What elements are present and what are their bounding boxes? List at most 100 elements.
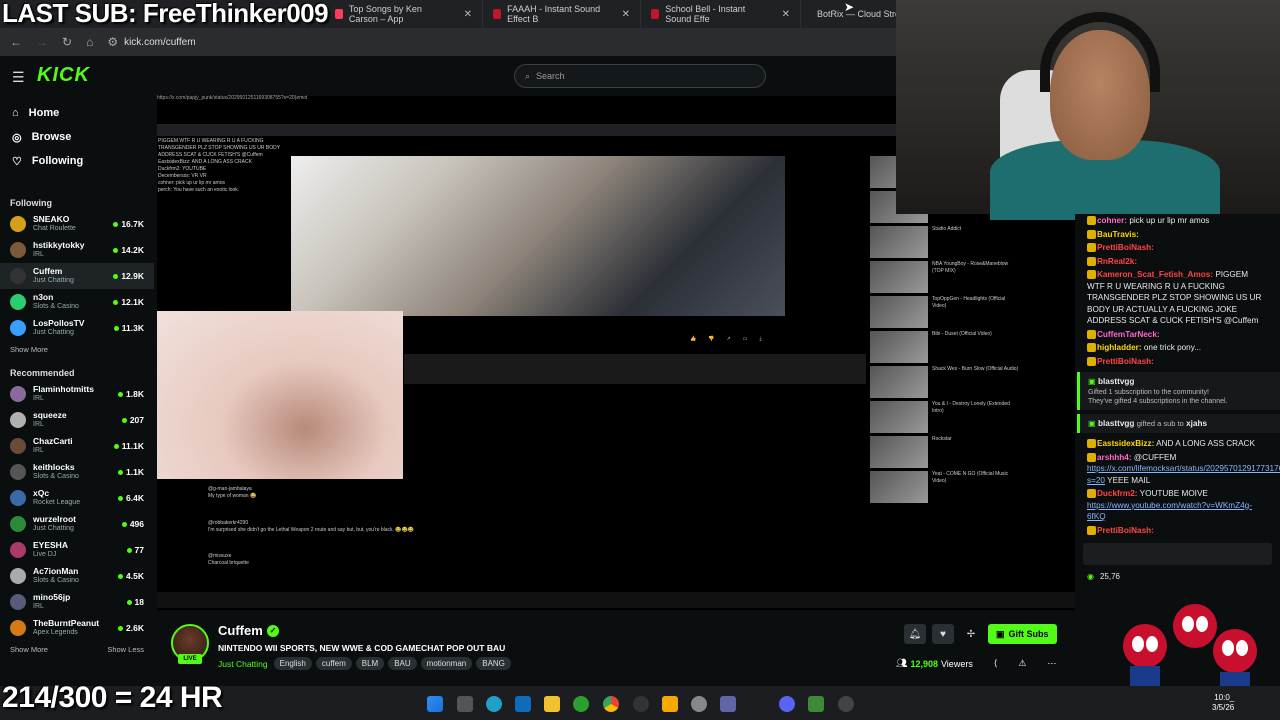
sub-recipient[interactable]: xjahs: [1186, 419, 1207, 428]
channel-item[interactable]: ChazCarti IRL 11.1K: [0, 433, 154, 459]
teams-icon[interactable]: [720, 696, 736, 712]
clip-button[interactable]: ✢: [960, 624, 982, 644]
discord-icon[interactable]: [779, 696, 795, 712]
settings-icon[interactable]: [838, 696, 854, 712]
forward-icon[interactable]: →: [36, 35, 48, 49]
report-icon[interactable]: ⚠: [1018, 658, 1026, 669]
channel-item[interactable]: LosPollosTV Just Chatting 11.3K: [0, 315, 154, 341]
system-clock[interactable]: 10:0_ 3/5/26: [1212, 693, 1234, 713]
channel-item[interactable]: Flaminhotmitts IRL 1.8K: [0, 381, 154, 407]
chat-username[interactable]: BauTravis:: [1097, 230, 1139, 239]
gift-subs-button[interactable]: ▣ Gift Subs: [988, 624, 1057, 644]
xbox-icon[interactable]: [573, 696, 589, 712]
channel-viewers: 11.1K: [113, 441, 144, 451]
chat-link[interactable]: https://www.youtube.com/watch?v=WKmZ4g-6…: [1087, 501, 1252, 522]
chat-username[interactable]: cohner:: [1097, 216, 1127, 225]
channel-item[interactable]: Cuffem Just Chatting 12.9K: [0, 263, 154, 289]
close-tab-icon[interactable]: ✕: [622, 9, 630, 20]
chat-username[interactable]: highladder:: [1097, 343, 1142, 352]
app-icon[interactable]: [808, 696, 824, 712]
stream-tag[interactable]: BANG: [476, 657, 511, 670]
outlook-icon[interactable]: [515, 696, 531, 712]
live-dot-icon: [118, 625, 124, 631]
channel-item[interactable]: TheBurntPeanut Apex Legends 2.6K: [0, 615, 154, 641]
share-icon[interactable]: ⟨: [994, 658, 998, 669]
stream-tag[interactable]: cuffem: [315, 657, 352, 670]
show-more-following[interactable]: Show More: [0, 341, 154, 357]
chat-username[interactable]: arshhh4:: [1097, 453, 1132, 462]
channel-name: wurzelroot: [33, 514, 76, 524]
channel-item[interactable]: SNEAKO Chat Roulette 16.7K: [0, 211, 154, 237]
channel-name: Cuffem: [33, 266, 63, 276]
close-tab-icon[interactable]: ✕: [464, 9, 472, 20]
chat-username[interactable]: RnReal2k:: [1097, 257, 1137, 266]
show-less-label[interactable]: Show Less: [107, 645, 144, 654]
video-thumbnail: [870, 331, 928, 363]
browser-tab[interactable]: Top Songs by Ken Carson – App ✕: [325, 0, 483, 28]
store-icon[interactable]: [662, 696, 678, 712]
channel-viewers: 77: [126, 545, 144, 555]
task-view-icon[interactable]: [457, 696, 473, 712]
chat-username[interactable]: Kameron_Scat_Fetish_Amos:: [1097, 270, 1213, 279]
chat-username[interactable]: PrettiBoiNash:: [1097, 357, 1154, 366]
back-icon[interactable]: ←: [10, 35, 22, 49]
file-explorer-icon[interactable]: [544, 696, 560, 712]
chat-username[interactable]: PrettiBoiNash:: [1097, 243, 1154, 252]
channel-item[interactable]: n3on Slots & Casino 12.1K: [0, 289, 154, 315]
stream-tag[interactable]: English: [273, 657, 312, 670]
home-icon[interactable]: ⌂: [86, 35, 93, 49]
comment-text: Charcoal briquette: [208, 560, 249, 566]
search-input[interactable]: ⌕ Search: [514, 64, 766, 88]
category-link[interactable]: Just Chatting: [218, 659, 268, 669]
nav-browse[interactable]: ◎ Browse: [0, 125, 154, 149]
browser-tab[interactable]: School Bell - Instant Sound Effe ✕: [641, 0, 801, 28]
more-icon[interactable]: ⋯: [1047, 658, 1056, 669]
show-more-label[interactable]: Show More: [10, 345, 48, 354]
site-info-icon[interactable]: ⚙: [107, 35, 118, 49]
channel-item[interactable]: EYESHA Live DJ 77: [0, 537, 154, 563]
browser-tab[interactable]: FAAAH - Instant Sound Effect B ✕: [483, 0, 641, 28]
follow-button[interactable]: ♥: [932, 624, 954, 644]
channel-item[interactable]: hstikkytokky IRL 14.2K: [0, 237, 154, 263]
stream-tag[interactable]: BLM: [355, 657, 385, 670]
obs-icon[interactable]: [633, 696, 649, 712]
gift-sub-notice: ▣ blasttvgg Gifted 1 subscription to the…: [1077, 372, 1280, 410]
channel-item[interactable]: squeeze IRL 207: [0, 407, 154, 433]
close-tab-icon[interactable]: ✕: [782, 9, 790, 20]
show-more-label[interactable]: Show More: [10, 645, 48, 654]
edge-icon[interactable]: [486, 696, 502, 712]
chat-input[interactable]: [1083, 543, 1272, 565]
channel-item[interactable]: wurzelroot Just Chatting 496: [0, 511, 154, 537]
nav-following[interactable]: ♡ Following: [0, 149, 154, 173]
embedded-chat-line: Decembersss: VR VR: [158, 173, 207, 179]
chrome-icon[interactable]: [603, 696, 619, 712]
video-thumbnail: [870, 471, 928, 503]
channel-item[interactable]: Ac7ionMan Slots & Casino 4.5K: [0, 563, 154, 589]
sub-user[interactable]: blasttvgg: [1098, 419, 1134, 428]
channel-name: n3on: [33, 292, 54, 302]
app-icon[interactable]: [691, 696, 707, 712]
chat-username[interactable]: PrettiBoiNash:: [1097, 526, 1154, 535]
channel-item[interactable]: mino56jp IRL 18: [0, 589, 154, 615]
stream-tag[interactable]: BAU: [388, 657, 417, 670]
kick-logo[interactable]: KICK: [37, 64, 90, 87]
chat-username[interactable]: Duckfrm2:: [1097, 489, 1138, 498]
chat-username[interactable]: CuffemTarNeck:: [1097, 330, 1160, 339]
menu-icon[interactable]: ☰: [12, 69, 25, 86]
nav-home[interactable]: ⌂ Home: [0, 101, 154, 125]
stream-tag[interactable]: motionman: [420, 657, 473, 670]
channel-category: Rocket League: [33, 499, 81, 506]
sub-user[interactable]: blasttvgg: [1098, 377, 1134, 386]
channel-item[interactable]: xQc Rocket League 6.4K: [0, 485, 154, 511]
reload-icon[interactable]: ↻: [62, 35, 72, 49]
channel-name[interactable]: Cuffem: [218, 623, 263, 638]
channel-info: squeeze IRL: [33, 410, 122, 430]
chat-text: one trick pony...: [1143, 343, 1202, 352]
channel-item[interactable]: keithlocks Slots & Casino 1.1K: [0, 459, 154, 485]
embedded-chat-line: ADDRESS SCAT & CUCK FETISH'S @Cuffem: [158, 152, 263, 158]
embedded-chat-line: cohner: pick up ur lip mr amos: [158, 180, 225, 186]
chat-username[interactable]: EastsidexBizz:: [1097, 439, 1154, 448]
start-icon[interactable]: [427, 696, 443, 712]
address-bar[interactable]: kick.com/cuffem: [124, 37, 196, 48]
notification-bell-button[interactable]: 🔔︎: [904, 624, 926, 644]
